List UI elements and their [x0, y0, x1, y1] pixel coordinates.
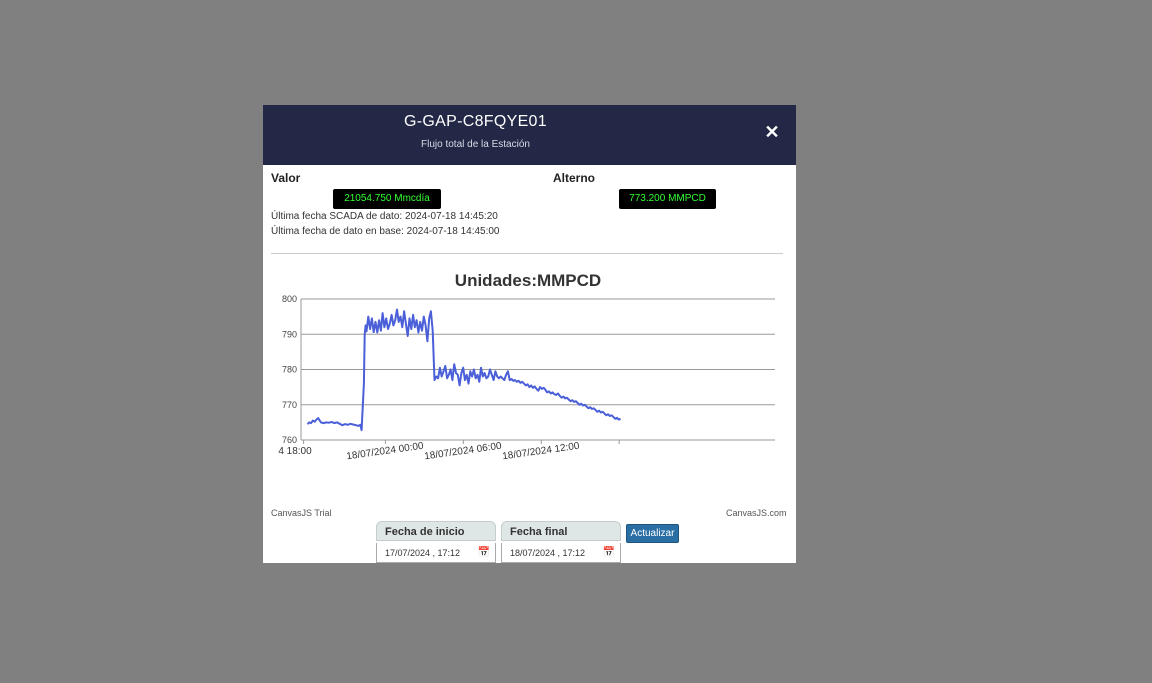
flow-chart: Unidades:MMPCD 800 790 780 770 760 4 18:00 18/…: [263, 255, 796, 525]
station-modal: G-GAP-C8FQYE01 Flujo total de la Estació…: [263, 105, 796, 563]
y-tick-label: 760: [282, 435, 297, 445]
update-button[interactable]: Actualizar: [626, 524, 679, 543]
calendar-icon[interactable]: 📅: [478, 543, 490, 563]
end-date-value: 18/07/2024 , 17:12: [510, 548, 586, 558]
start-date-value: 17/07/2024 , 17:12: [385, 548, 461, 558]
alterno-label: Alterno: [553, 171, 595, 185]
modal-subtitle: Flujo total de la Estación: [421, 139, 530, 150]
calendar-icon[interactable]: 📅: [603, 543, 615, 563]
y-tick-label: 770: [282, 400, 297, 410]
last-scada-date: Última fecha SCADA de dato: 2024-07-18 1…: [271, 211, 498, 222]
alterno-value-badge: 773.200 MMPCD: [619, 189, 716, 209]
last-db-date: Última fecha de dato en base: 2024-07-18…: [271, 226, 500, 237]
end-date-input[interactable]: 18/07/2024 , 17:12 📅: [501, 543, 621, 563]
chart-svg: Unidades:MMPCD 8007907807707604 18:00 18/…: [278, 271, 775, 462]
canvasjs-trial-credit: CanvasJS Trial: [271, 508, 332, 518]
start-date-input[interactable]: 17/07/2024 , 17:12 📅: [376, 543, 496, 563]
divider: [271, 253, 783, 254]
chart-title: Unidades:MMPCD: [455, 271, 601, 290]
y-tick-label: 780: [282, 365, 297, 375]
y-tick-label: 800: [282, 294, 297, 304]
modal-title: G-GAP-C8FQYE01: [404, 113, 547, 130]
y-tick-label: 790: [282, 329, 297, 339]
end-date-label: Fecha final: [501, 521, 621, 541]
canvasjs-link[interactable]: CanvasJS.com: [726, 508, 787, 518]
start-date-label: Fecha de inicio: [376, 521, 496, 541]
valor-value-badge: 21054.750 Mmcdía: [333, 189, 441, 209]
x-tick-label: 4 18:00: [278, 446, 312, 457]
modal-header: G-GAP-C8FQYE01 Flujo total de la Estació…: [263, 105, 796, 165]
valor-label: Valor: [271, 171, 301, 185]
close-icon[interactable]: ✕: [762, 122, 782, 142]
